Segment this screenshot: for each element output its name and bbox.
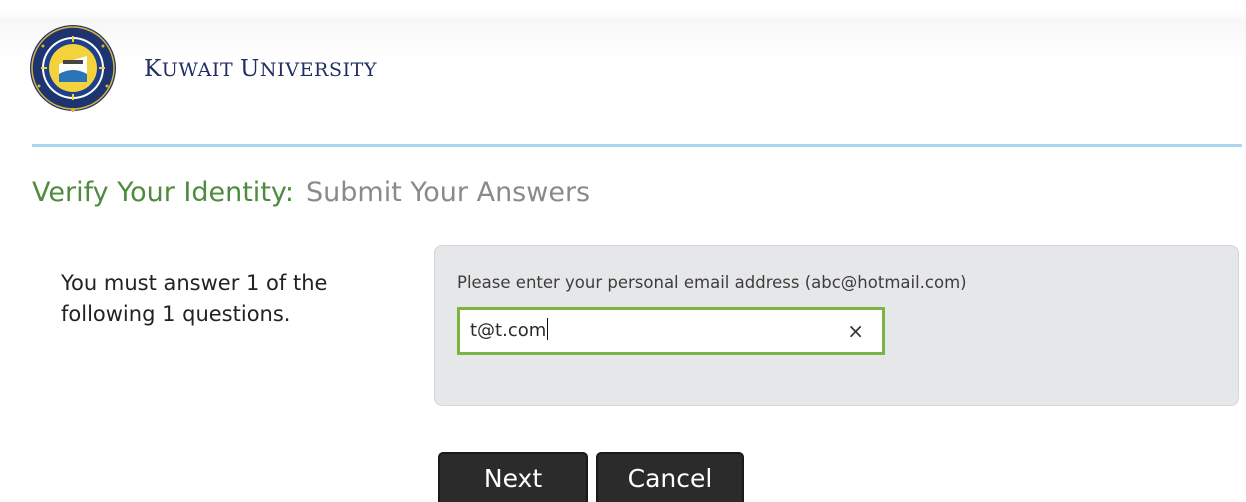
next-button[interactable]: Next — [438, 452, 588, 502]
header: KUWAIT UNIVERSITY — [0, 0, 1246, 147]
question-label: Please enter your personal email address… — [457, 273, 967, 292]
page: KUWAIT UNIVERSITY Verify Your Identity: S… — [0, 0, 1246, 502]
header-divider — [32, 144, 1242, 147]
cancel-button[interactable]: Cancel — [596, 452, 744, 502]
brand-name: KUWAIT UNIVERSITY — [144, 56, 377, 82]
university-seal-logo — [30, 25, 116, 112]
text-caret — [547, 318, 549, 340]
email-field-value[interactable]: t@t.com — [470, 310, 549, 352]
brand-text-uwait: UWAIT — [161, 59, 234, 81]
email-field[interactable]: t@t.com × — [457, 307, 885, 355]
page-title: Verify Your Identity: Submit Your Answers — [32, 177, 590, 208]
brand-initial-k: K — [144, 56, 162, 82]
instruction-text: You must answer 1 of the following 1 que… — [61, 271, 328, 326]
question-panel: Please enter your personal email address… — [434, 245, 1239, 406]
brand-initial-u: U — [239, 56, 260, 82]
brand-text-niversity: NIVERSITY — [259, 59, 378, 81]
clear-icon[interactable]: × — [847, 310, 864, 352]
email-value-text: t@t.com — [470, 320, 547, 341]
page-title-main: Verify Your Identity: — [32, 177, 295, 208]
page-title-sub: Submit Your Answers — [306, 177, 591, 208]
